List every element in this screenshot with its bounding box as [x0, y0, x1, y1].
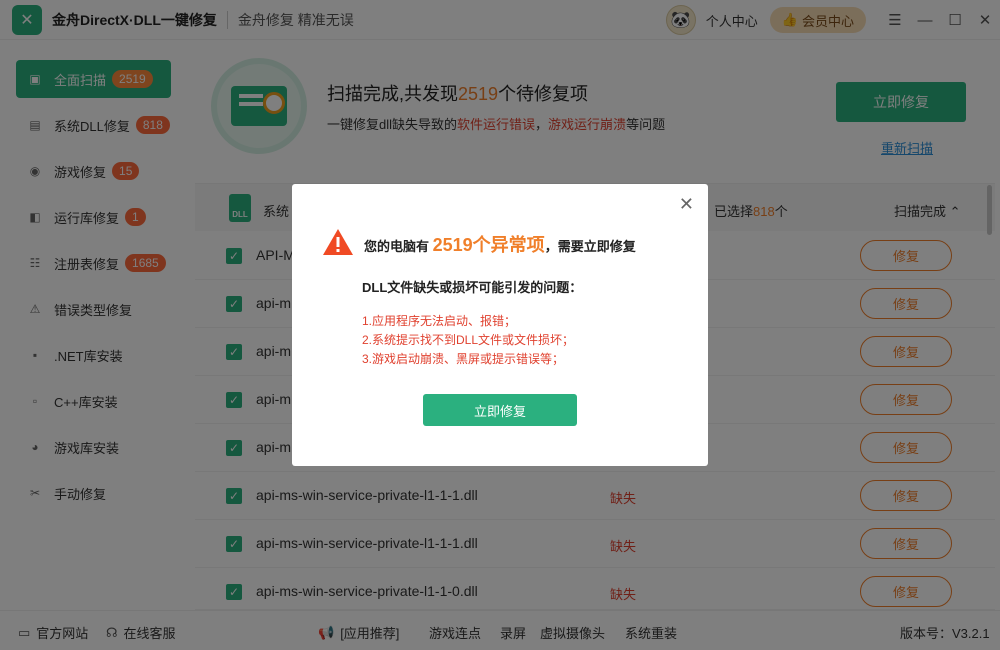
warning-triangle-icon: [323, 229, 353, 255]
dialog-fix-now-button[interactable]: 立即修复: [423, 394, 577, 426]
dialog-subtitle: DLL文件缺失或损坏可能引发的问题：: [362, 280, 583, 295]
dialog-issue-item: 3.游戏启动崩溃、黑屏或提示错误等；: [362, 352, 565, 366]
dialog-title-suffix: ，需要立即修复: [544, 239, 636, 254]
dialog-anomaly-count: 2519个异常项: [432, 235, 545, 255]
dialog-close-icon[interactable]: ✕: [679, 194, 694, 215]
alert-dialog: ✕ 您的电脑有 2519个异常项，需要立即修复 DLL文件缺失或损坏可能引发的问…: [292, 184, 708, 466]
dialog-title: 您的电脑有 2519个异常项，需要立即修复: [364, 231, 636, 257]
dialog-issue-item: 2.系统提示找不到DLL文件或文件损坏；: [362, 333, 575, 347]
dialog-title-prefix: 您的电脑有: [364, 239, 430, 254]
dialog-issue-item: 1.应用程序无法启动、报错；: [362, 314, 517, 328]
